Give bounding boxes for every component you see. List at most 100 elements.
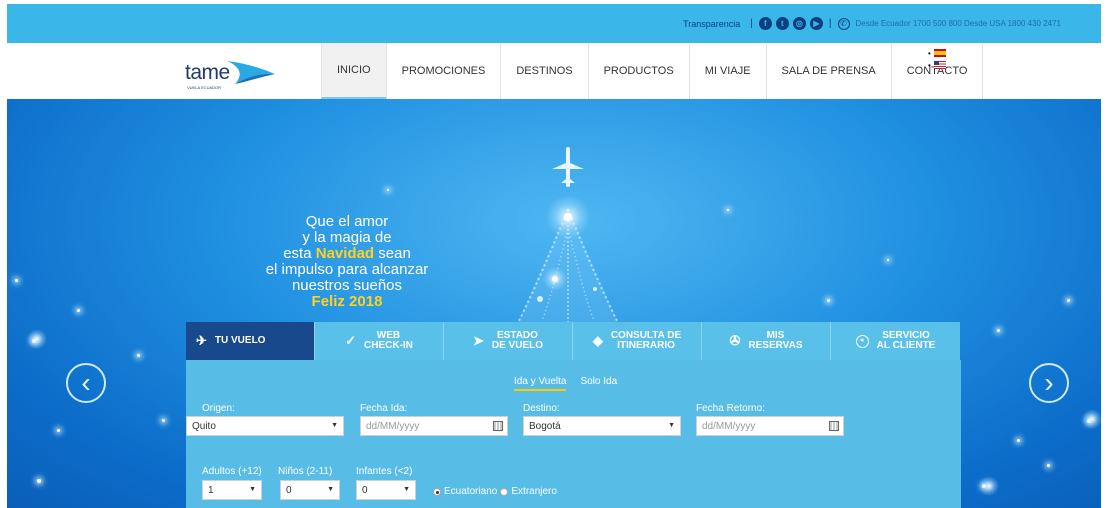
nationality-selector: Ecuatoriano Extranjero [433, 486, 557, 497]
adultos-label: Adultos (+12) [202, 466, 262, 477]
dropdown-caret-icon: ▼ [331, 422, 338, 429]
ticket-icon: ◆ [592, 333, 603, 348]
fecha-retorno-input[interactable]: dd/MM/yyyy [696, 416, 844, 436]
trip-round[interactable]: Ida y Vuelta [514, 376, 567, 391]
chevron-left-icon: ‹ [81, 367, 91, 398]
reservations-icon: ✇ [729, 333, 741, 348]
nav-inicio[interactable]: INICIO [321, 43, 386, 99]
nav-promociones[interactable]: PROMOCIONES [385, 43, 501, 99]
calendar-icon[interactable] [493, 421, 503, 431]
tab-web-checkin[interactable]: ✓ WEB CHECK-IN [315, 322, 444, 360]
promo-line-5: nuestros sueños [291, 277, 403, 294]
fecha-ida-label: Fecha Ida: [360, 403, 408, 414]
infantes-select[interactable]: 0 ▼ [356, 480, 416, 500]
tab-label: MIS RESERVAS [748, 331, 802, 351]
logo-wordmark: tame [185, 61, 230, 84]
dropdown-caret-icon: ▼ [668, 422, 675, 429]
origen-select[interactable]: Quito ▼ [186, 416, 344, 436]
christmas-message: Que el amor y la magia de esta Navidad s… [237, 214, 457, 310]
promo-greeting: Feliz 2018 [311, 293, 383, 310]
ninos-label: Niños (2-11) [278, 466, 333, 477]
tab-estado-de-vuelo[interactable]: ➤ ESTADO DE VUELO [444, 322, 573, 360]
spain-flag-icon [933, 49, 946, 57]
nav-productos[interactable]: PRODUCTOS [587, 43, 689, 99]
promo-line-4: el impulso para alcanzar [265, 261, 429, 278]
tab-consulta-itinerario[interactable]: ◆ CONSULTA DE ITINERARIO [573, 322, 702, 360]
tab-label-line2: RESERVAS [748, 340, 803, 351]
ecuatoriano-label: Ecuatoriano [444, 486, 498, 497]
tab-mis-reservas[interactable]: ✇ MIS RESERVAS [702, 322, 831, 360]
twitter-icon[interactable]: t [775, 17, 789, 30]
infantes-label: Infantes (<2) [356, 466, 413, 477]
promo-line-1: Que el amor [305, 213, 389, 230]
youtube-icon[interactable]: ▶ [809, 17, 823, 30]
tab-label: ESTADO DE VUELO [492, 331, 543, 351]
tab-tu-vuelo[interactable]: ✈ TU VUELO [186, 322, 315, 360]
nav-mi-viaje[interactable]: MI VIAJE [688, 43, 766, 99]
tame-logo[interactable]: tame VUELA ECUADOR [185, 53, 285, 95]
logo-tagline: VUELA ECUADOR [187, 85, 222, 90]
dropdown-caret-icon: ▼ [249, 486, 256, 493]
destino-label: Destino: [523, 403, 560, 414]
lang-es[interactable]: • [928, 47, 946, 59]
ninos-value: 0 [286, 484, 292, 496]
fecha-ida-input[interactable]: dd/MM/yyyy [360, 416, 508, 436]
facebook-icon[interactable]: f [758, 17, 772, 30]
promo-highlight: Navidad [315, 245, 375, 262]
instagram-icon[interactable]: ◎ [792, 17, 806, 30]
separator: | [750, 18, 753, 29]
separator: | [828, 18, 832, 29]
nav-sala-de-prensa[interactable]: SALA DE PRENSA [765, 43, 891, 99]
usa-flag-icon [933, 61, 946, 69]
fecha-retorno-placeholder: dd/MM/yyyy [702, 420, 756, 432]
main-menu: INICIO PROMOCIONES DESTINOS PRODUCTOS MI… [321, 43, 984, 99]
origen-label: Origen: [202, 403, 235, 414]
carousel-prev-button[interactable]: ‹ [66, 363, 106, 403]
tab-label-line2: DE VUELO [491, 340, 544, 351]
calendar-icon[interactable] [829, 421, 839, 431]
tab-label-line2: CHECK-IN [364, 340, 413, 351]
tab-label-line2: AL CLIENTE [876, 340, 936, 351]
destino-select[interactable]: Bogotá ▼ [523, 416, 681, 436]
adultos-select[interactable]: 1 ▼ [202, 480, 262, 500]
ninos-select[interactable]: 0 ▼ [280, 480, 340, 500]
carousel-next-button[interactable]: › [1029, 363, 1069, 403]
top-bar: Transparencia | f t ◎ ▶ | ✆ Desde Ecuado… [7, 4, 1101, 43]
adultos-value: 1 [208, 484, 214, 496]
promo-line-3-post: sean [374, 245, 411, 262]
lang-en[interactable]: • [928, 59, 946, 71]
promo-line-2: y la magia de [302, 229, 392, 246]
origen-value: Quito [192, 420, 216, 432]
tab-label: CONSULTA DE ITINERARIO [611, 331, 681, 351]
dropdown-caret-icon: ▼ [403, 486, 410, 493]
radio-ecuatoriano[interactable] [433, 487, 441, 496]
tab-label-line2: ITINERARIO [617, 340, 675, 351]
radio-extranjero[interactable] [500, 487, 509, 496]
transparencia-link[interactable]: Transparencia [683, 19, 740, 29]
fecha-retorno-label: Fecha Retorno: [696, 403, 765, 414]
dropdown-caret-icon: ▼ [327, 486, 334, 493]
destino-value: Bogotá [529, 420, 561, 432]
phone-numbers: Desde Ecuador 1700 500 800 Desde USA 180… [855, 19, 1062, 28]
promo-line-3: esta Navidad sean [237, 246, 457, 262]
seat-icon: ✈ [196, 333, 207, 348]
tab-label: SERVICIO AL CLIENTE [877, 331, 936, 351]
tab-servicio-cliente[interactable]: ● SERVICIO AL CLIENTE [831, 322, 960, 360]
infantes-value: 0 [362, 484, 368, 496]
promo-line-3-pre: esta [283, 245, 316, 262]
trip-oneway[interactable]: Solo Ida [580, 376, 617, 391]
booking-widget: ✈ TU VUELO ✓ WEB CHECK-IN ➤ ESTADO DE VUEL… [186, 322, 961, 508]
language-selector: • • [928, 47, 946, 71]
booking-tabs: ✈ TU VUELO ✓ WEB CHECK-IN ➤ ESTADO DE VUEL… [186, 322, 961, 360]
main-navbar: tame VUELA ECUADOR INICIO PROMOCIONES DE… [7, 43, 1101, 99]
nav-destinos[interactable]: DESTINOS [500, 43, 587, 99]
phone-icon: ✆ [837, 17, 850, 30]
customer-service-icon: ● [855, 334, 869, 348]
check-icon: ✓ [345, 333, 356, 348]
tab-label: TU VUELO [214, 335, 266, 346]
trip-type-selector: Ida y Vuelta Solo Ida [514, 376, 617, 391]
airplane-icon [552, 147, 584, 187]
extranjero-label: Extranjero [511, 486, 557, 497]
plane-icon: ➤ [472, 333, 484, 348]
booking-form: Ida y Vuelta Solo Ida Origen: Quito ▼ Fe… [186, 360, 961, 508]
